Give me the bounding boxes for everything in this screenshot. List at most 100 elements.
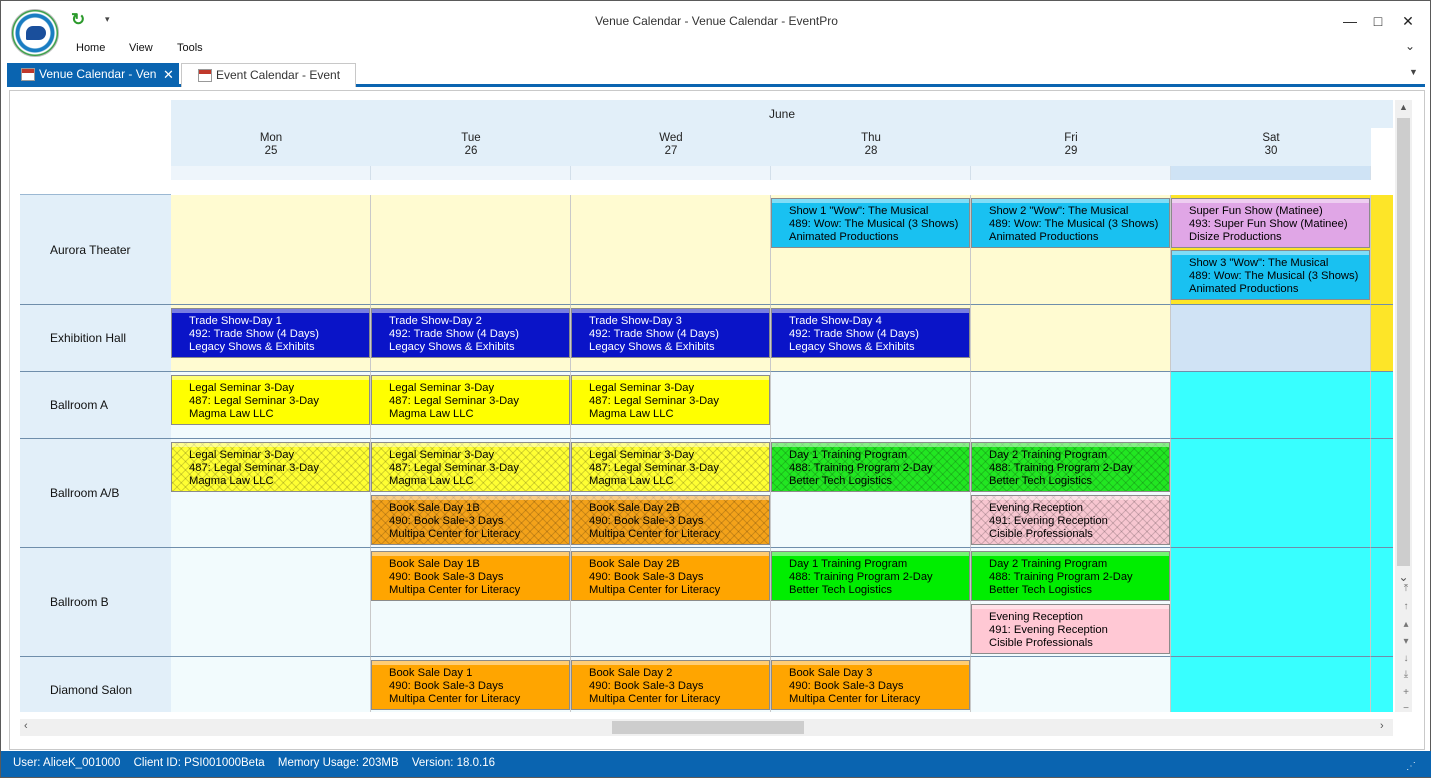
event-block[interactable]: Evening Reception 491: Evening Reception C…: [971, 495, 1170, 545]
scroll-right-icon[interactable]: ›: [1380, 720, 1384, 732]
event-block[interactable]: Book Sale Day 2 490: Book Sale-3 Days Mult…: [571, 660, 770, 710]
event-block[interactable]: Day 2 Training Program 488: Training Prog…: [971, 551, 1170, 601]
event-block[interactable]: Legal Seminar 3-Day 487: Legal Seminar 3-…: [371, 442, 570, 492]
close-button[interactable]: ✕: [1397, 11, 1419, 31]
row-up-icon[interactable]: ▴: [1400, 619, 1412, 630]
day-name: Fri: [1064, 132, 1078, 144]
event-block[interactable]: Day 2 Training Program 488: Training Prog…: [971, 442, 1170, 492]
event-line: Multipa Center for Literacy: [589, 584, 721, 596]
scroll-top-icon[interactable]: ⤒: [1400, 583, 1412, 594]
event-block[interactable]: Book Sale Day 2B 490: Book Sale-3 Days Mul…: [571, 551, 770, 601]
event-block[interactable]: Show 1 "Wow": The Musical 489: Wow: The M…: [771, 198, 970, 248]
day-header-fri[interactable]: Fri 29: [971, 128, 1171, 166]
event-line: Multipa Center for Literacy: [589, 693, 721, 705]
minimize-button[interactable]: —: [1339, 11, 1361, 31]
event-block[interactable]: Trade Show-Day 3 492: Trade Show (4 Days)…: [571, 308, 770, 358]
zoom-out-icon[interactable]: −: [1400, 703, 1412, 714]
event-block[interactable]: Book Sale Day 1B 490: Book Sale-3 Days Mul…: [371, 495, 570, 545]
day-header-thu[interactable]: Thu 28: [771, 128, 971, 166]
resize-grip-icon[interactable]: ⋰: [1406, 761, 1416, 772]
status-memory: Memory Usage: 203MB: [277, 757, 399, 769]
event-block[interactable]: Trade Show-Day 4 492: Trade Show (4 Days)…: [771, 308, 970, 358]
event-block[interactable]: Legal Seminar 3-Day 487: Legal Seminar 3-…: [371, 375, 570, 425]
event-block[interactable]: Evening Reception 491: Evening Reception C…: [971, 604, 1170, 654]
day-header-tue[interactable]: Tue 26: [371, 128, 571, 166]
calendar-cell[interactable]: [971, 372, 1171, 439]
event-block[interactable]: Book Sale Day 2B 490: Book Sale-3 Days Mul…: [571, 495, 770, 545]
calendar-cell[interactable]: [171, 548, 371, 657]
room-label[interactable]: Ballroom B: [20, 548, 171, 657]
tabs-dropdown-icon[interactable]: ▼: [1409, 67, 1418, 77]
room-name: Ballroom A: [50, 398, 109, 412]
horizontal-scrollbar[interactable]: ‹ ›: [20, 719, 1393, 736]
ribbon-collapse-icon[interactable]: ⌄: [1405, 39, 1415, 53]
event-line: Legal Seminar 3-Day: [389, 449, 495, 461]
day-header-wed[interactable]: Wed 27: [571, 128, 771, 166]
day-header-strip: [171, 166, 371, 180]
tab-venue-calendar[interactable]: Venue Calendar - Venue Calendar ✕: [7, 63, 179, 87]
event-block[interactable]: Show 3 "Wow": The Musical 489: Wow: The M…: [1171, 250, 1370, 300]
vertical-scroll-thumb[interactable]: [1397, 118, 1410, 566]
tab-close-icon[interactable]: ✕: [163, 67, 174, 83]
room-label[interactable]: Diamond Salon: [20, 657, 171, 712]
scroll-down-icon[interactable]: ⌄: [1395, 570, 1412, 584]
calendar-cell[interactable]: [971, 657, 1171, 712]
event-block[interactable]: Day 1 Training Program 488: Training Prog…: [771, 442, 970, 492]
room-label[interactable]: Ballroom A/B: [20, 439, 171, 548]
row-down-icon[interactable]: ▾: [1400, 636, 1412, 647]
calendar-cell[interactable]: [1371, 548, 1393, 657]
event-block[interactable]: Legal Seminar 3-Day 487: Legal Seminar 3-…: [171, 375, 370, 425]
event-block[interactable]: Trade Show-Day 1 492: Trade Show (4 Days)…: [171, 308, 370, 358]
calendar-cell[interactable]: [771, 372, 971, 439]
event-block[interactable]: Day 1 Training Program 488: Training Prog…: [771, 551, 970, 601]
calendar-cell[interactable]: [1171, 657, 1371, 712]
day-header-sat[interactable]: Sat 30: [1171, 128, 1371, 166]
calendar-cell[interactable]: [171, 195, 371, 305]
event-line: Animated Productions: [1189, 283, 1299, 295]
menu-tools[interactable]: Tools: [177, 42, 203, 54]
calendar-cell[interactable]: [171, 657, 371, 712]
calendar-cell[interactable]: [1171, 548, 1371, 657]
calendar-cell[interactable]: [1171, 439, 1371, 548]
menu-view[interactable]: View: [129, 42, 153, 54]
scroll-left-icon[interactable]: ‹: [24, 720, 28, 732]
room-label[interactable]: Aurora Theater: [20, 195, 171, 305]
menu-home[interactable]: Home: [76, 42, 105, 54]
horizontal-scroll-thumb[interactable]: [612, 721, 804, 734]
event-block[interactable]: Legal Seminar 3-Day 487: Legal Seminar 3-…: [571, 442, 770, 492]
day-header-mon[interactable]: Mon 25: [171, 128, 371, 166]
event-block[interactable]: Show 2 "Wow": The Musical 489: Wow: The M…: [971, 198, 1170, 248]
calendar-cell[interactable]: [971, 305, 1171, 372]
calendar-cell[interactable]: [1371, 195, 1393, 305]
scroll-up-icon[interactable]: ▲: [1395, 102, 1412, 112]
calendar-cell[interactable]: [1371, 439, 1393, 548]
scroll-bottom-icon[interactable]: ⤓: [1400, 669, 1412, 680]
room-label[interactable]: Exhibition Hall: [20, 305, 171, 372]
tab-event-calendar[interactable]: Event Calendar - Event: [181, 63, 356, 87]
calendar-cell[interactable]: [371, 195, 571, 305]
event-line: Better Tech Logistics: [789, 475, 893, 487]
room-label[interactable]: Ballroom A: [20, 372, 171, 439]
page-down-icon[interactable]: ↓: [1400, 653, 1412, 664]
calendar-cell[interactable]: [571, 195, 771, 305]
event-block[interactable]: Book Sale Day 1B 490: Book Sale-3 Days Mul…: [371, 551, 570, 601]
window-title: Venue Calendar - Venue Calendar - EventP…: [595, 14, 838, 28]
event-line: Show 1 "Wow": The Musical: [789, 205, 929, 217]
maximize-button[interactable]: □: [1367, 11, 1389, 31]
event-block[interactable]: Book Sale Day 1 490: Book Sale-3 Days Mult…: [371, 660, 570, 710]
day-header-strip: [371, 166, 571, 180]
calendar-cell[interactable]: [1171, 305, 1371, 372]
event-block[interactable]: Legal Seminar 3-Day 487: Legal Seminar 3-…: [571, 375, 770, 425]
calendar-cell[interactable]: [1371, 657, 1393, 712]
calendar-cell[interactable]: [1371, 305, 1393, 372]
zoom-in-icon[interactable]: +: [1400, 687, 1412, 698]
page-up-icon[interactable]: ↑: [1400, 601, 1412, 612]
calendar-cell[interactable]: [1371, 372, 1393, 439]
event-block[interactable]: Book Sale Day 3 490: Book Sale-3 Days Mult…: [771, 660, 970, 710]
calendar-cell[interactable]: [1171, 372, 1371, 439]
event-block[interactable]: Legal Seminar 3-Day 487: Legal Seminar 3-…: [171, 442, 370, 492]
event-block[interactable]: Super Fun Show (Matinee) 493: Super Fun S…: [1171, 198, 1370, 248]
event-line: Animated Productions: [989, 231, 1099, 243]
event-line: 490: Book Sale-3 Days: [389, 571, 504, 583]
event-block[interactable]: Trade Show-Day 2 492: Trade Show (4 Days)…: [371, 308, 570, 358]
